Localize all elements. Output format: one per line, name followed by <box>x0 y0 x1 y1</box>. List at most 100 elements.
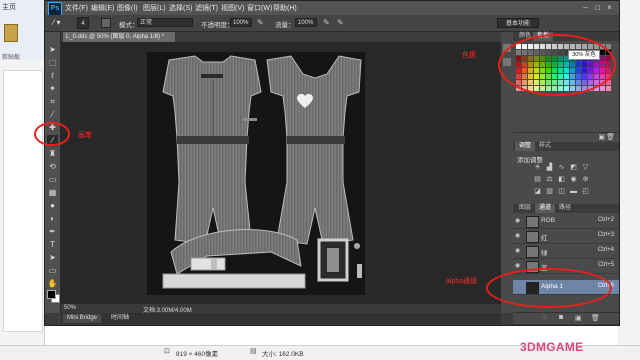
channel-row-green[interactable]: ◉ 绿 Ctrl+4 <box>513 244 619 259</box>
background-window: 主页 剪贴板 <box>0 0 45 359</box>
menu-edit[interactable]: 编辑(E) <box>91 3 114 13</box>
exposure-adjust-icon[interactable]: ◩ <box>569 164 578 172</box>
brush-size-picker[interactable]: 4 <box>77 17 89 29</box>
flow-field[interactable]: 100% <box>295 18 317 27</box>
levels-adjust-icon[interactable]: ▟ <box>545 164 554 172</box>
channel-name: RGB <box>541 217 556 224</box>
menu-filter[interactable]: 滤镜(T) <box>195 3 218 13</box>
tab-timeline[interactable]: 时间轴 <box>107 314 133 323</box>
opacity-label: 不透明度： <box>201 22 234 29</box>
load-selection-icon[interactable]: ◌ <box>543 314 547 321</box>
tab-styles[interactable]: 样式 <box>535 142 555 151</box>
threshold-adjust-icon[interactable]: ◫ <box>557 188 566 196</box>
visibility-eye-icon[interactable]: ◉ <box>515 262 523 270</box>
clipboard-label: 剪贴板 <box>2 55 21 61</box>
eyedropper-tool-icon[interactable]: ⁄ <box>47 109 58 120</box>
document-tab[interactable]: L_0.dds @ 50% (图层 0, Alpha 1/8) * <box>63 32 175 42</box>
channel-shortcut: Ctrl+4 <box>597 247 614 253</box>
invert-adjust-icon[interactable]: ◪ <box>533 188 542 196</box>
curves-adjust-icon[interactable]: ∿ <box>557 164 566 172</box>
selective-color-adjust-icon[interactable]: ◰ <box>581 188 590 196</box>
menu-window[interactable]: 窗口(W) <box>247 3 272 13</box>
hand-tool-icon[interactable]: ✋ <box>47 278 58 289</box>
minimize-button[interactable]: – <box>581 3 590 12</box>
mode-select[interactable]: 正常 <box>137 18 193 27</box>
delete-swatch-icon[interactable]: 🗑 <box>606 133 615 141</box>
menu-image[interactable]: 图像(I) <box>117 3 138 13</box>
eraser-tool-icon[interactable]: ▭ <box>47 174 58 185</box>
color-swatch[interactable] <box>600 86 605 91</box>
tab-mini-bridge[interactable]: Mini Bridge <box>63 314 102 323</box>
channel-mixer-adjust-icon[interactable]: ⊕ <box>581 176 590 184</box>
options-bar: ⁄ ▾ 4 模式： 正常 不透明度： 100% ✎ 流量： 100% ✎ ✎ 基… <box>45 15 619 32</box>
blur-tool-icon[interactable]: ● <box>47 200 58 211</box>
foreground-color-swatch[interactable] <box>47 290 56 299</box>
close-button[interactable]: × <box>605 3 614 12</box>
brush-preset-icon[interactable]: ⁄ ▾ <box>53 18 71 28</box>
save-selection-icon[interactable]: ◙ <box>559 314 563 321</box>
visibility-eye-icon[interactable]: ◉ <box>515 217 523 225</box>
channel-thumbnail <box>526 216 539 228</box>
tools-panel: ➤ ⬚ ℓ ✦ ⌗ ⁄ ✚ ⁄ ♜ ⟲ ▭ ▦ ● ◐ ✒ T ➤ ▭ ✋ <box>45 32 61 313</box>
clone-stamp-tool-icon[interactable]: ♜ <box>47 148 58 159</box>
opacity-field[interactable]: 100% <box>230 18 252 27</box>
color-swatch[interactable] <box>606 86 611 91</box>
channel-shortcut: Ctrl+2 <box>597 217 614 223</box>
channel-shortcut: Ctrl+3 <box>597 232 614 238</box>
path-select-tool-icon[interactable]: ➤ <box>47 252 58 263</box>
color-balance-adjust-icon[interactable]: ⚖ <box>545 176 554 184</box>
menu-select[interactable]: 选择(S) <box>169 3 192 13</box>
tab-adjustments[interactable]: 调整 <box>515 142 536 151</box>
menu-layer[interactable]: 图层(L) <box>143 3 166 13</box>
gradient-tool-icon[interactable]: ▦ <box>47 187 58 198</box>
type-tool-icon[interactable]: T <box>47 239 58 250</box>
quick-select-tool-icon[interactable]: ✦ <box>47 83 58 94</box>
pen-tool-icon[interactable]: ✒ <box>47 226 58 237</box>
document-status-bar: 50% 文档:3.00M/4.00M <box>61 304 501 314</box>
workspace-switcher[interactable]: 基本功能 <box>497 18 539 28</box>
brush-panel-toggle-icon[interactable] <box>101 18 111 28</box>
color-swatches-fg-bg[interactable] <box>47 290 60 303</box>
tab-layers[interactable]: 图层 <box>515 204 535 213</box>
alpha-highlight-ring <box>486 268 612 308</box>
zoom-level[interactable]: 50% <box>64 305 76 311</box>
tab-channels[interactable]: 通道 <box>535 204 556 213</box>
visibility-eye-icon[interactable]: ◉ <box>515 232 523 240</box>
pressure-size-icon[interactable]: ✎ <box>337 18 347 28</box>
posterize-adjust-icon[interactable]: ▥ <box>545 188 554 196</box>
canvas-area <box>61 42 501 304</box>
channel-row-rgb[interactable]: ◉ RGB Ctrl+2 <box>513 214 619 229</box>
move-tool-icon[interactable]: ➤ <box>47 44 58 55</box>
menu-file[interactable]: 文件(F) <box>65 3 88 13</box>
delete-channel-icon[interactable]: 🗑 <box>591 314 600 322</box>
airbrush-icon[interactable]: ✎ <box>323 18 333 28</box>
menu-bar: Ps 文件(F) 编辑(E) 图像(I) 图层(L) 选择(S) 滤镜(T) 视… <box>45 1 619 16</box>
texture-canvas[interactable] <box>147 52 365 295</box>
pressure-opacity-icon[interactable]: ✎ <box>257 18 267 28</box>
gradient-map-adjust-icon[interactable]: ▬ <box>569 188 578 196</box>
swatches-highlight-ring <box>498 34 616 96</box>
swatch-panel-footer: ▣ 🗑 <box>513 132 619 141</box>
menu-help[interactable]: 帮助(H) <box>273 3 297 13</box>
marquee-tool-icon[interactable]: ⬚ <box>47 57 58 68</box>
visibility-eye-icon[interactable]: ◉ <box>515 247 523 255</box>
brightness-adjust-icon[interactable]: ☀ <box>533 164 542 172</box>
channel-row-red[interactable]: ◉ 红 Ctrl+3 <box>513 229 619 244</box>
black-white-adjust-icon[interactable]: ◧ <box>557 176 566 184</box>
dodge-tool-icon[interactable]: ◐ <box>47 213 58 224</box>
shape-tool-icon[interactable]: ▭ <box>47 265 58 276</box>
paste-icon[interactable] <box>4 24 18 42</box>
ribbon-tab-home[interactable]: 主页 <box>2 2 16 12</box>
history-brush-tool-icon[interactable]: ⟲ <box>47 161 58 172</box>
crop-tool-icon[interactable]: ⌗ <box>47 96 58 107</box>
new-swatch-icon[interactable]: ▣ <box>598 133 605 141</box>
file-size-icon: ▤ <box>250 348 257 355</box>
new-channel-icon[interactable]: ▣ <box>575 314 582 322</box>
maximize-button[interactable]: □ <box>593 3 602 12</box>
lasso-tool-icon[interactable]: ℓ <box>47 70 58 81</box>
photo-filter-adjust-icon[interactable]: ◉ <box>569 176 578 184</box>
tab-paths[interactable]: 路径 <box>555 204 575 213</box>
vibrance-adjust-icon[interactable]: ▽ <box>581 164 590 172</box>
menu-view[interactable]: 视图(V) <box>221 3 244 13</box>
hue-adjust-icon[interactable]: ▤ <box>533 176 542 184</box>
